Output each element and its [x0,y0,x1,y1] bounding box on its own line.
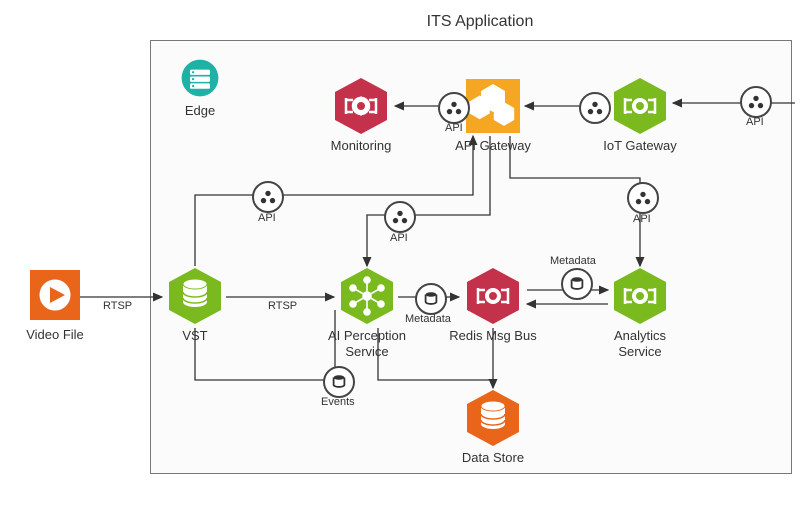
node-vst: VST [150,266,240,344]
data-store-label: Data Store [448,450,538,466]
monitoring-hex-icon [331,76,391,136]
edge-api5-label: API [746,116,764,128]
edge-api1-label: API [258,212,276,224]
video-file-label: Video File [10,327,100,343]
edge-api4-label: API [445,122,463,134]
api-circle-icon [627,182,659,214]
ai-perception-label: AI Perception Service [322,328,412,359]
monitoring-label: Monitoring [316,138,406,154]
redis-label: Redis Msg Bus [448,328,538,344]
api-gateway-icon [463,76,523,136]
analytics-hex-icon [610,266,670,326]
ai-perception-hex-icon [337,266,397,326]
node-video-file: Video File [10,265,100,343]
node-monitoring: Monitoring [316,76,406,154]
node-analytics: Analytics Service [595,266,685,359]
data-store-hex-icon [463,388,523,448]
iot-gateway-label: IoT Gateway [595,138,685,154]
diagram-title: ITS Application [380,13,580,31]
api-circle-icon [252,181,284,213]
vst-label: VST [150,328,240,344]
edge-metadata1-label: Metadata [405,313,451,325]
node-redis: Redis Msg Bus [448,266,538,344]
api-circle-icon [740,86,772,118]
node-data-store: Data Store [448,388,538,466]
edge-rtsp1-label: RTSP [103,300,132,312]
edge-label: Edge [155,103,245,119]
edge-metadata2-label: Metadata [550,255,596,267]
api-gateway-label: API Gateway [448,138,538,154]
api-circle-icon [384,201,416,233]
analytics-label: Analytics Service [595,328,685,359]
play-file-icon [25,265,85,325]
iot-gateway-hex-icon [610,76,670,136]
redis-hex-icon [463,266,523,326]
db-circle-icon [415,283,447,315]
edge-rtsp2-label: RTSP [268,300,297,312]
db-circle-icon [561,268,593,300]
edge-api2-label: API [390,232,408,244]
api-circle-icon [438,92,470,124]
edge-api3-label: API [633,213,651,225]
node-ai-perception: AI Perception Service [322,266,412,359]
db-circle-icon [323,366,355,398]
node-edge: Edge [155,55,245,119]
edge-events-label: Events [321,396,355,408]
vst-hex-icon [165,266,225,326]
api-circle-icon [579,92,611,124]
edge-server-icon [177,55,223,101]
